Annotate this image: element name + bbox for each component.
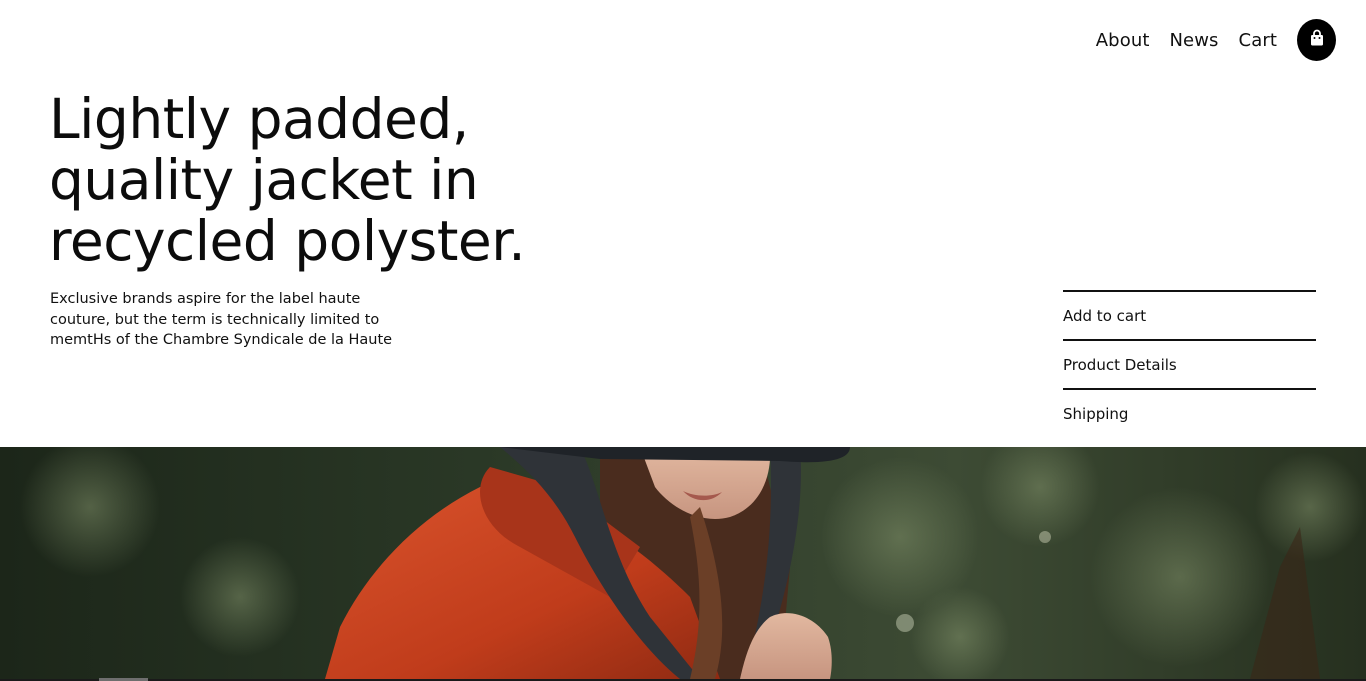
nav-about-link[interactable]: About xyxy=(1096,30,1150,51)
add-to-cart-button[interactable]: Add to cart xyxy=(1063,290,1316,339)
product-actions: Add to cart Product Details Shipping xyxy=(1063,290,1316,437)
product-details-tab[interactable]: Product Details xyxy=(1063,339,1316,388)
product-photo xyxy=(0,447,1366,679)
product-headline: Lightly padded, quality jacket in recycl… xyxy=(49,87,526,273)
shipping-tab[interactable]: Shipping xyxy=(1063,388,1316,437)
top-nav: About News Cart xyxy=(1096,19,1336,61)
nav-cart-link[interactable]: Cart xyxy=(1239,30,1277,51)
product-page: About News Cart Lightly padded, quality … xyxy=(0,0,1366,681)
shopping-bag-icon xyxy=(1309,29,1325,51)
product-description: Exclusive brands aspire for the label ha… xyxy=(50,291,393,348)
shopping-bag-button[interactable] xyxy=(1297,19,1336,61)
nav-news-link[interactable]: News xyxy=(1169,30,1218,51)
